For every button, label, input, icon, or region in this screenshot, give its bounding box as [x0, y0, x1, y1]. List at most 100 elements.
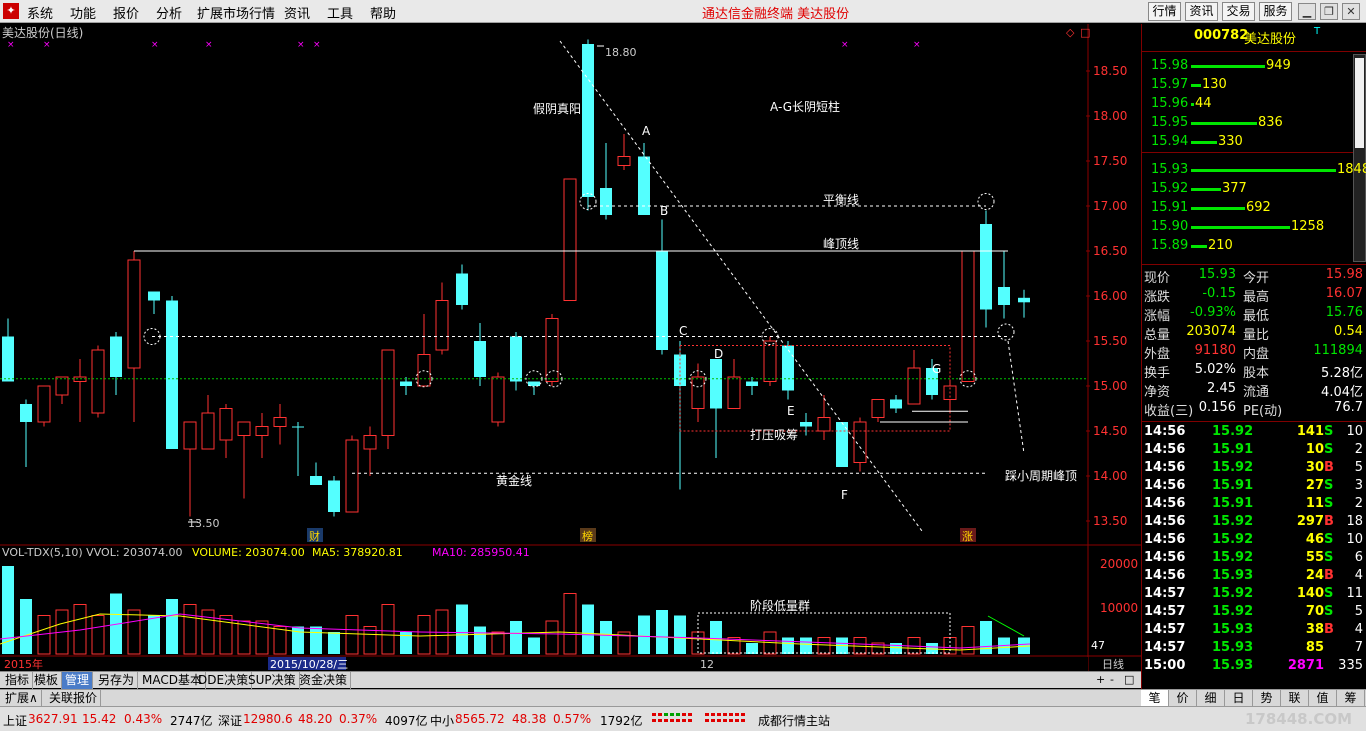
- quote-tab[interactable]: 价: [1169, 690, 1197, 707]
- diamond-icon[interactable]: ◇: [1066, 26, 1075, 39]
- price-axis-label: 18.50: [1093, 64, 1127, 78]
- quote-tab[interactable]: 日: [1225, 690, 1253, 707]
- indicator-tab[interactable]: 指标: [2, 672, 34, 689]
- kline-chart-area[interactable]: × × × × × × × × 美达股份(日线) ◇ □ 18.50 18.00 17.50 17.…: [0, 24, 1141, 671]
- tick-count: 11: [1346, 586, 1363, 601]
- volume-axis-label: 10000: [1100, 601, 1138, 615]
- vol-indicator-ma10: MA10: 285950.41: [432, 546, 530, 559]
- quote-tab[interactable]: 值: [1309, 690, 1337, 707]
- zhang-badge-label: 涨: [962, 530, 973, 543]
- stat-value: 0.156: [1198, 400, 1236, 415]
- tick-volume: 70: [1305, 604, 1324, 619]
- volume-bar: [817, 637, 831, 655]
- sub-tab[interactable]: 关联报价: [46, 690, 102, 707]
- indicator-tab[interactable]: 另存为: [95, 672, 139, 689]
- event-marker-icon[interactable]: ×: [313, 40, 321, 50]
- event-marker-icon[interactable]: ×: [297, 40, 305, 50]
- indicator-tab[interactable]: 资金决策: [296, 672, 352, 689]
- tick-volume: 141: [1296, 424, 1324, 439]
- stat-value: 4.04亿: [1321, 385, 1363, 400]
- minimize-icon[interactable]: ▁: [1298, 3, 1316, 20]
- stat-label: 换手: [1144, 366, 1171, 381]
- stat-value: 15.93: [1198, 267, 1236, 282]
- sub-tab[interactable]: 扩展∧: [2, 690, 42, 707]
- event-marker-icon[interactable]: ×: [7, 40, 15, 50]
- status-bar: 上证 3627.91 15.42 0.43% 2747亿 深证 12980.6 …: [0, 706, 1366, 731]
- quote-tab[interactable]: 势: [1253, 690, 1281, 707]
- candle-body: [201, 412, 215, 450]
- server-station[interactable]: 成都行情主站: [758, 712, 830, 729]
- volume-bar: [2, 566, 14, 654]
- stat-label: 总量: [1144, 328, 1171, 343]
- volume-bar: [710, 621, 722, 654]
- candle-body: [55, 376, 69, 396]
- service-button[interactable]: 服务: [1259, 2, 1292, 21]
- sh-percent: 0.43%: [124, 712, 163, 726]
- info-button[interactable]: 资讯: [1185, 2, 1218, 21]
- menu-extended-market[interactable]: 扩展市场行情: [197, 3, 275, 22]
- candle-body: [800, 422, 812, 427]
- menu-quote[interactable]: 报价: [113, 3, 139, 22]
- menu-tools[interactable]: 工具: [327, 3, 353, 22]
- tick-side: S: [1324, 604, 1334, 619]
- close-chart-icon[interactable]: □: [1080, 26, 1090, 39]
- sh-value: 3627.91: [28, 712, 78, 726]
- volume-bar: [237, 620, 251, 655]
- marker-circle: [977, 193, 995, 210]
- trade-button[interactable]: 交易: [1222, 2, 1255, 21]
- menu-analysis[interactable]: 分析: [156, 3, 182, 22]
- indicator-tab[interactable]: SUP决策: [245, 672, 300, 689]
- stat-value: 111894: [1313, 343, 1363, 358]
- kline-chart[interactable]: × × × × × × × × 美达股份(日线) ◇ □ 18.50 18.00 17.50 17.…: [0, 24, 1141, 671]
- quote-scrollbar-thumb[interactable]: [1355, 58, 1364, 148]
- quote-tab[interactable]: 细: [1197, 690, 1225, 707]
- chart-title: 美达股份(日线): [2, 26, 83, 40]
- event-marker-icon[interactable]: ×: [151, 40, 159, 50]
- candle-body: [563, 178, 577, 301]
- restore-icon[interactable]: ❐: [1320, 3, 1338, 20]
- candle-body: [600, 188, 612, 215]
- quote-button[interactable]: 行情: [1148, 2, 1181, 21]
- volume-bar: [800, 637, 812, 654]
- event-marker-icon[interactable]: ×: [43, 40, 51, 50]
- menu-help[interactable]: 帮助: [370, 3, 396, 22]
- period-label[interactable]: 日线: [1102, 657, 1124, 671]
- price-axis-label: 17.00: [1093, 199, 1127, 213]
- volume-bar: [474, 626, 486, 654]
- volume-bar: [456, 604, 468, 654]
- volume-bar: [727, 637, 741, 655]
- tick-volume: 85: [1305, 640, 1324, 655]
- ask-volume-bar: [1191, 103, 1194, 106]
- event-marker-icon[interactable]: ×: [205, 40, 213, 50]
- tick-side: S: [1324, 496, 1334, 511]
- quote-tab[interactable]: 筹: [1337, 690, 1365, 707]
- menu-info[interactable]: 资讯: [284, 3, 310, 22]
- tick-side: S: [1324, 550, 1334, 565]
- zoom-out-button[interactable]: -: [1110, 673, 1114, 686]
- tick-count: 5: [1354, 460, 1363, 475]
- event-marker-icon[interactable]: ×: [841, 40, 849, 50]
- stat-label: 涨幅: [1144, 309, 1171, 324]
- stat-value: 5.02%: [1194, 362, 1236, 377]
- annotation-balance: 平衡线: [823, 193, 859, 207]
- stat-label: 外盘: [1144, 347, 1171, 362]
- quote-tab[interactable]: 笔: [1141, 690, 1169, 707]
- close-icon[interactable]: ✕: [1342, 3, 1360, 20]
- menu-system[interactable]: 系统: [27, 3, 53, 22]
- ask-volume: 130: [1202, 77, 1227, 92]
- menu-function[interactable]: 功能: [70, 3, 96, 22]
- quote-tab[interactable]: 联: [1281, 690, 1309, 707]
- quote-scrollbar[interactable]: [1353, 54, 1366, 262]
- indicator-tab[interactable]: 管理: [62, 672, 94, 689]
- stat-label: 涨跌: [1144, 290, 1171, 305]
- indicator-tab[interactable]: DDE决策: [195, 672, 253, 689]
- zoom-in-button[interactable]: +: [1096, 673, 1105, 686]
- tick-count: 2: [1354, 496, 1363, 511]
- price-axis-label: 18.00: [1093, 109, 1127, 123]
- stat-value: 76.7: [1334, 400, 1363, 415]
- indicator-tab[interactable]: 模板: [31, 672, 63, 689]
- scroll-button[interactable]: □: [1124, 673, 1134, 686]
- event-marker-icon[interactable]: ×: [913, 40, 921, 50]
- price-axis-label: 13.50: [1093, 514, 1127, 528]
- tick-count: 10: [1346, 424, 1363, 439]
